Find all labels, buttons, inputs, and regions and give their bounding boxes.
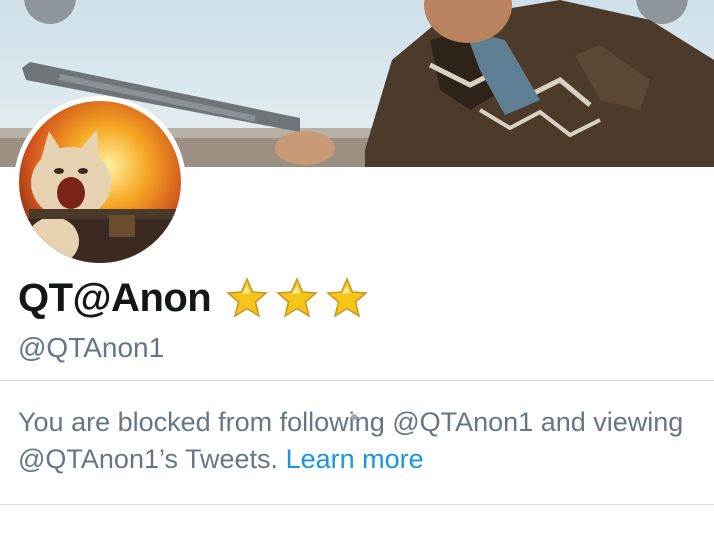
badge-stars [225,276,369,320]
display-name: QT@Anon [18,275,212,320]
display-name-row: QT@Anon [18,274,369,322]
star-icon [326,277,369,318]
learn-more-link[interactable]: Learn more [286,444,424,474]
star-icon [276,277,319,318]
divider [0,380,714,381]
touch-indicator [351,414,357,420]
blocked-notice: You are blocked from following @QTAnon1 … [18,404,698,478]
divider [0,504,714,505]
avatar-image [19,101,181,263]
star-icon [226,277,269,318]
avatar[interactable] [14,96,186,268]
profile-handle: @QTAnon1 [18,332,165,363]
